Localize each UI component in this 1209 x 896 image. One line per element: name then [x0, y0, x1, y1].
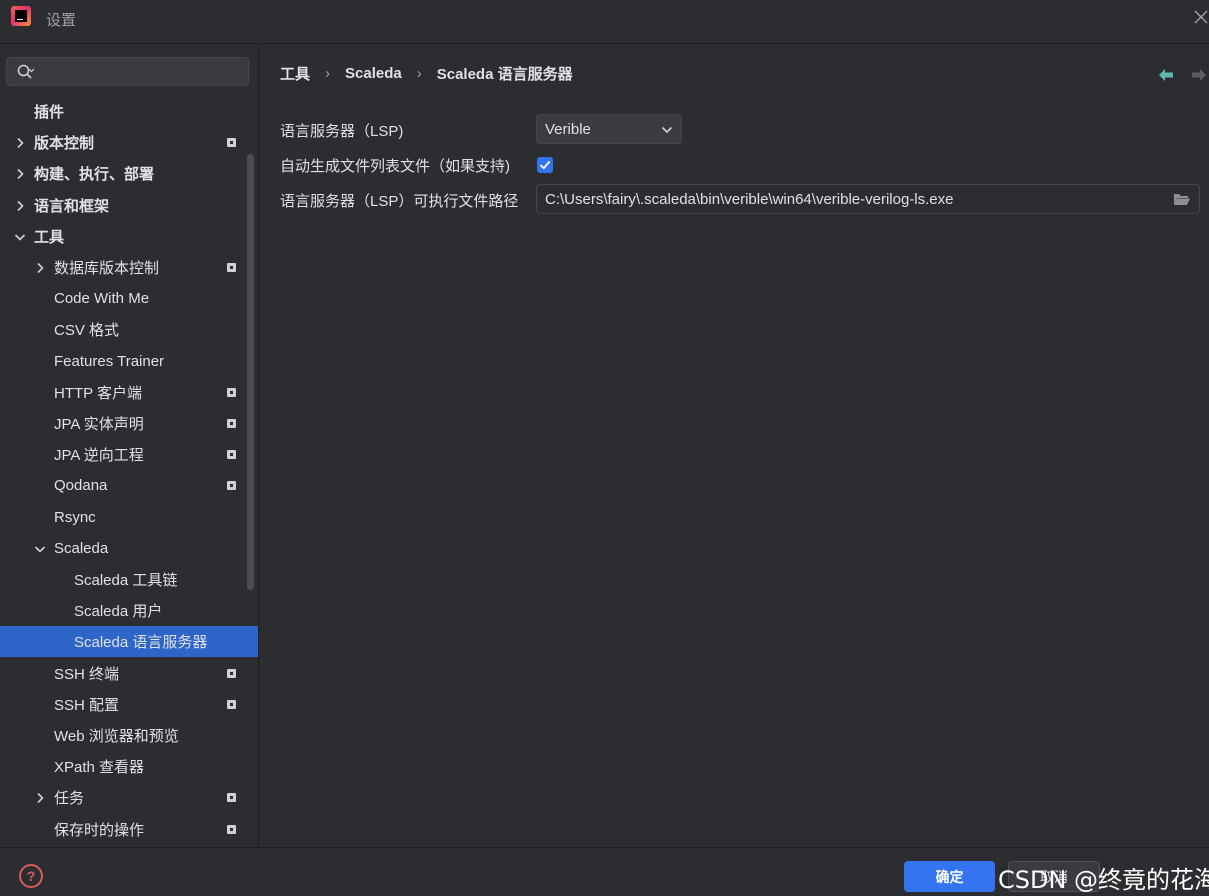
sidebar-item[interactable]: Scaleda 用户: [0, 595, 258, 626]
title-bar: 设置: [0, 0, 1209, 36]
sidebar-item-label: Rsync: [54, 508, 96, 526]
folder-icon[interactable]: [1173, 192, 1191, 206]
close-icon[interactable]: [1193, 9, 1209, 25]
sidebar-item[interactable]: JPA 逆向工程: [0, 439, 258, 470]
breadcrumb-separator: ›: [325, 64, 331, 82]
sidebar-item[interactable]: 语言和框架: [0, 190, 258, 221]
managed-badge-icon: [227, 450, 236, 460]
sidebar-item-label: Scaleda 工具链: [74, 572, 178, 589]
sidebar-item-label: XPath 查看器: [54, 759, 145, 777]
chevron-right-icon[interactable]: [14, 137, 26, 149]
sidebar-item-label: Qodana: [54, 477, 108, 495]
managed-badge-icon: [227, 824, 236, 834]
managed-badge-icon: [227, 387, 236, 397]
checkmark-icon: [539, 160, 551, 170]
lsp-dropdown[interactable]: Verible: [536, 114, 682, 144]
sidebar-item-label: SSH 终端: [54, 665, 120, 683]
sidebar-item-label: 语言和框架: [34, 197, 110, 215]
sidebar-item[interactable]: 保存时的操作: [0, 814, 258, 845]
sidebar-item[interactable]: SSH 终端: [0, 658, 258, 689]
search-icon: [17, 64, 35, 79]
sidebar-item-label: Features Trainer: [54, 352, 165, 370]
sidebar-item[interactable]: HTTP 客户端: [0, 377, 258, 408]
sidebar-item-label: Scaleda 用户: [74, 603, 163, 621]
sidebar-item[interactable]: Rsync: [0, 502, 258, 533]
sidebar-item-label: Web 浏览器和预览: [54, 728, 179, 745]
sidebar-item-label: JPA 逆向工程: [54, 447, 144, 465]
window-title: 设置: [46, 12, 77, 29]
sidebar-item[interactable]: 构建、执行、部署: [0, 158, 258, 189]
chevron-right-icon[interactable]: [14, 168, 26, 180]
sidebar-item[interactable]: 任务: [0, 782, 258, 813]
breadcrumb-item: Scaleda 语言服务器: [436, 65, 573, 83]
sidebar-item[interactable]: SSH 配置: [0, 689, 258, 720]
breadcrumb: 工具 › Scaleda › Scaleda 语言服务器: [280, 63, 573, 83]
breadcrumb-item[interactable]: Scaleda: [345, 65, 402, 82]
managed-badge-icon: [227, 481, 236, 491]
sidebar-item[interactable]: Scaleda 工具链: [0, 564, 258, 595]
managed-badge-icon: [227, 263, 236, 272]
lsp-label: 语言服务器（LSP): [280, 123, 404, 140]
sidebar-item[interactable]: XPath 查看器: [0, 751, 258, 782]
sidebar-divider: [258, 44, 259, 847]
watermark: CSDN @终竟的花海: [998, 866, 1209, 894]
chevron-right-icon[interactable]: [14, 200, 26, 212]
path-label: 语言服务器（LSP）可执行文件路径: [280, 193, 519, 210]
sidebar-item[interactable]: CSV 格式: [0, 314, 258, 345]
chevron-right-icon[interactable]: [34, 792, 46, 804]
lsp-selected-value: Verible: [545, 121, 591, 138]
managed-badge-icon: [227, 793, 236, 803]
sidebar-item-label: 插件: [34, 104, 65, 121]
autogen-checkbox[interactable]: [537, 157, 553, 173]
sidebar-item[interactable]: Code With Me: [0, 283, 258, 314]
sidebar-item-label: CSV 格式: [54, 322, 120, 340]
sidebar-item-label: JPA 实体声明: [54, 416, 144, 433]
sidebar-item-label: 任务: [54, 790, 85, 808]
settings-sidebar: 插件版本控制构建、执行、部署 语言和框架工具数据库版本控制 Code With Me…: [0, 44, 258, 847]
sidebar-item-label: SSH 配置: [54, 696, 120, 714]
sidebar-item[interactable]: 工具: [0, 221, 258, 252]
forward-arrow-icon[interactable]: [1191, 68, 1207, 82]
autogen-label: 自动生成文件列表文件（如果支持): [280, 158, 510, 175]
managed-badge-icon: [227, 419, 236, 428]
sidebar-item[interactable]: Web 浏览器和预览: [0, 720, 258, 751]
help-icon[interactable]: ?: [19, 864, 43, 888]
back-arrow-icon[interactable]: [1158, 68, 1174, 82]
sidebar-item[interactable]: Scaleda: [0, 533, 258, 564]
chevron-right-icon[interactable]: [34, 262, 46, 274]
sidebar-item[interactable]: Qodana: [0, 470, 258, 501]
sidebar-item[interactable]: JPA 实体声明: [0, 408, 258, 439]
breadcrumb-item[interactable]: 工具: [280, 63, 310, 84]
sidebar-item[interactable]: Scaleda 语言服务器: [0, 626, 258, 658]
sidebar-item-label: 工具: [34, 228, 65, 246]
sidebar-scrollbar[interactable]: [247, 154, 254, 590]
ok-button[interactable]: 确定: [904, 861, 995, 892]
chevron-down-icon[interactable]: [34, 543, 46, 555]
executable-path-value: C:\Users\fairy\.scaleda\bin\verible\win6…: [545, 191, 954, 208]
executable-path-input[interactable]: C:\Users\fairy\.scaleda\bin\verible\win6…: [536, 184, 1200, 214]
managed-badge-icon: [227, 699, 236, 709]
sidebar-item-label: Code With Me: [54, 290, 150, 308]
sidebar-item-label: 版本控制: [34, 135, 95, 153]
search-input[interactable]: [6, 57, 249, 86]
footer-divider: [0, 847, 1209, 848]
managed-badge-icon: [227, 138, 236, 148]
breadcrumb-separator: ›: [416, 64, 422, 82]
sidebar-item-label: HTTP 客户端: [54, 384, 143, 402]
chevron-down-icon: [661, 126, 673, 134]
sidebar-item-label: 保存时的操作: [54, 821, 145, 839]
sidebar-item[interactable]: 插件: [0, 96, 258, 127]
sidebar-item[interactable]: Features Trainer: [0, 346, 258, 377]
sidebar-item[interactable]: 数据库版本控制: [0, 252, 258, 283]
sidebar-item-label: 数据库版本控制: [54, 260, 160, 277]
managed-badge-icon: [227, 668, 236, 678]
sidebar-item-label: 构建、执行、部署: [34, 166, 155, 184]
sidebar-item-label: Scaleda: [54, 539, 109, 557]
chevron-down-icon[interactable]: [14, 231, 26, 243]
sidebar-item[interactable]: 版本控制: [0, 127, 258, 158]
sidebar-item-label: Scaleda 语言服务器: [74, 634, 208, 652]
intellij-logo-icon: [11, 6, 31, 26]
